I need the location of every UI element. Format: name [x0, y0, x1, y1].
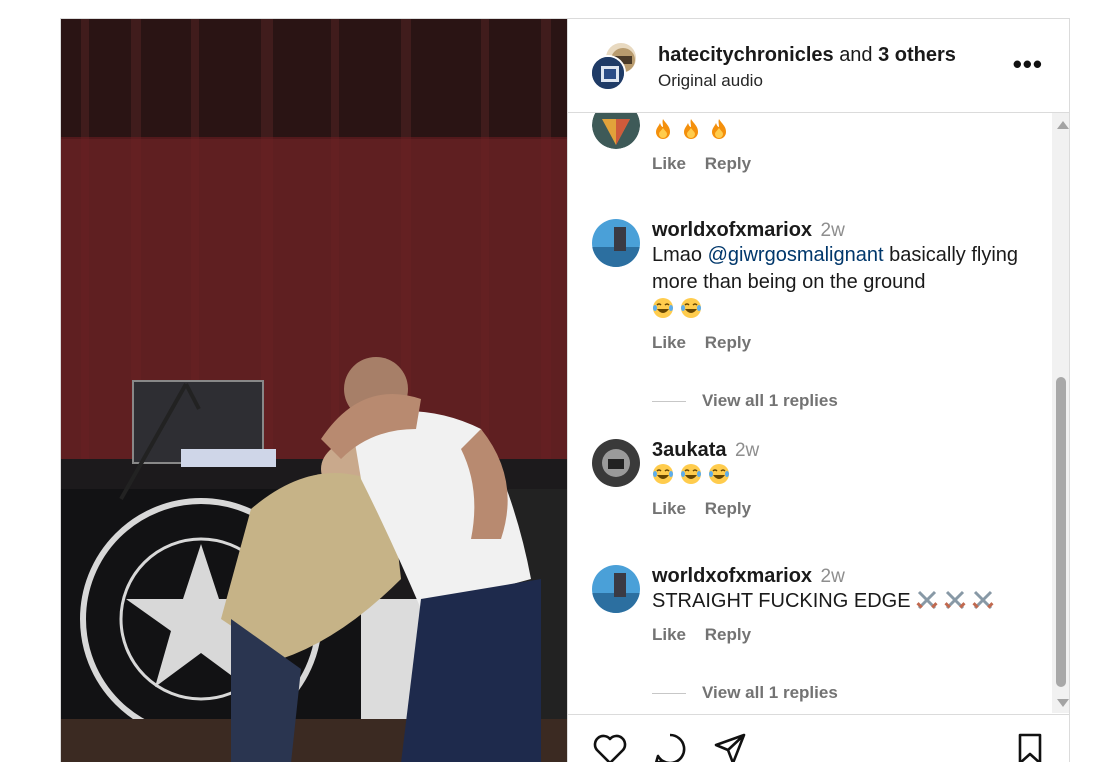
scroll-down-arrow-icon[interactable] — [1057, 699, 1069, 707]
collab-avatars[interactable] — [590, 41, 642, 93]
comment-body: worldxofxmariox 2w STRAIGHT FUCKING EDGE… — [652, 565, 1032, 645]
post-action-bar — [568, 714, 1069, 762]
comment-header: worldxofxmariox 2w — [652, 219, 1032, 242]
joy-emoji-icon — [681, 464, 701, 484]
comment-time[interactable]: 2w — [821, 566, 845, 587]
comment-header: tabrikadvtonomias 2w — [652, 113, 1032, 115]
post-author-line: hatecitychronicles and 3 others — [658, 44, 956, 67]
post-header: hatecitychronicles and 3 others Original… — [568, 19, 1069, 113]
joy-emoji-icon — [709, 464, 729, 484]
comment-text: Lmao @giwrgosmalignant basically flying … — [652, 242, 1032, 323]
replies-divider — [652, 401, 686, 403]
comments-panel: hatecitychronicles and 3 others Original… — [567, 19, 1069, 762]
avatar[interactable] — [592, 219, 640, 267]
like-comment-button[interactable]: Like — [652, 499, 686, 518]
comment-list: tabrikadvtonomias 2w Like Reply — [568, 113, 1058, 713]
view-replies-button[interactable]: View all 1 replies — [652, 683, 838, 703]
reply-button[interactable]: Reply — [705, 499, 751, 518]
crossed-swords-emoji-icon — [944, 590, 966, 610]
comment-header: 3aukata 2w — [652, 439, 1032, 462]
comment-body: 3aukata 2w Like Reply — [652, 439, 1032, 519]
comment-username[interactable]: worldxofxmariox — [652, 219, 812, 241]
share-icon[interactable] — [712, 731, 748, 762]
comment-actions: Like Reply — [652, 625, 1032, 645]
comment-text: STRAIGHT FUCKING EDGE — [652, 588, 1032, 615]
comment-text-part: STRAIGHT FUCKING EDGE — [652, 590, 911, 612]
avatar[interactable] — [592, 439, 640, 487]
like-comment-button[interactable]: Like — [652, 154, 686, 173]
comment-time[interactable]: 2w — [735, 440, 759, 461]
reply-button[interactable]: Reply — [705, 625, 751, 644]
comment-time[interactable]: 2w — [821, 220, 845, 241]
view-replies-label[interactable]: View all 1 replies — [702, 391, 838, 410]
comment-body: worldxofxmariox 2w Lmao @giwrgosmalignan… — [652, 219, 1032, 353]
heart-icon[interactable] — [592, 731, 628, 762]
reply-button[interactable]: Reply — [705, 333, 751, 352]
crossed-swords-emoji-icon — [916, 590, 938, 610]
video-frame-image — [61, 19, 567, 762]
comment-text-part: Lmao — [652, 244, 708, 266]
comment-username[interactable]: 3aukata — [652, 439, 727, 461]
reply-button[interactable]: Reply — [705, 154, 751, 173]
fire-emoji-icon — [712, 119, 726, 139]
comment-username[interactable]: worldxofxmariox — [652, 565, 812, 587]
comment-actions: Like Reply — [652, 333, 1032, 353]
avatar[interactable] — [592, 565, 640, 613]
replies-divider — [652, 693, 686, 695]
video-player[interactable] — [61, 19, 567, 762]
comment-text — [652, 117, 1032, 144]
comment-text — [652, 462, 1032, 489]
mention-link[interactable]: @giwrgosmalignant — [708, 244, 884, 266]
audio-link[interactable]: Original audio — [658, 71, 763, 91]
like-comment-button[interactable]: Like — [652, 333, 686, 352]
post-dialog: hatecitychronicles and 3 others Original… — [60, 18, 1070, 762]
scrollbar-thumb[interactable] — [1056, 377, 1066, 687]
comment-header: worldxofxmariox 2w — [652, 565, 1032, 588]
like-comment-button[interactable]: Like — [652, 625, 686, 644]
comments-scrollbar[interactable] — [1052, 113, 1069, 713]
comment-icon[interactable] — [652, 731, 688, 762]
and-text: and — [839, 44, 873, 66]
comment-body: tabrikadvtonomias 2w Like Reply — [652, 113, 1032, 174]
joy-emoji-icon — [681, 298, 701, 318]
view-replies-label[interactable]: View all 1 replies — [702, 683, 838, 702]
joy-emoji-icon — [653, 464, 673, 484]
fire-emoji-icon — [656, 119, 670, 139]
view-replies-button[interactable]: View all 1 replies — [652, 391, 838, 411]
more-options-icon[interactable]: ••• — [1013, 49, 1043, 80]
author-username[interactable]: hatecitychronicles — [658, 44, 834, 66]
others-link[interactable]: 3 others — [878, 44, 956, 66]
joy-emoji-icon — [653, 298, 673, 318]
bookmark-icon[interactable] — [1012, 731, 1048, 762]
avatar[interactable] — [592, 113, 640, 149]
scroll-up-arrow-icon[interactable] — [1057, 121, 1069, 129]
avatar[interactable] — [590, 55, 626, 91]
comment-actions: Like Reply — [652, 154, 1032, 174]
comment-actions: Like Reply — [652, 499, 1032, 519]
crossed-swords-emoji-icon — [972, 590, 994, 610]
fire-emoji-icon — [684, 119, 698, 139]
